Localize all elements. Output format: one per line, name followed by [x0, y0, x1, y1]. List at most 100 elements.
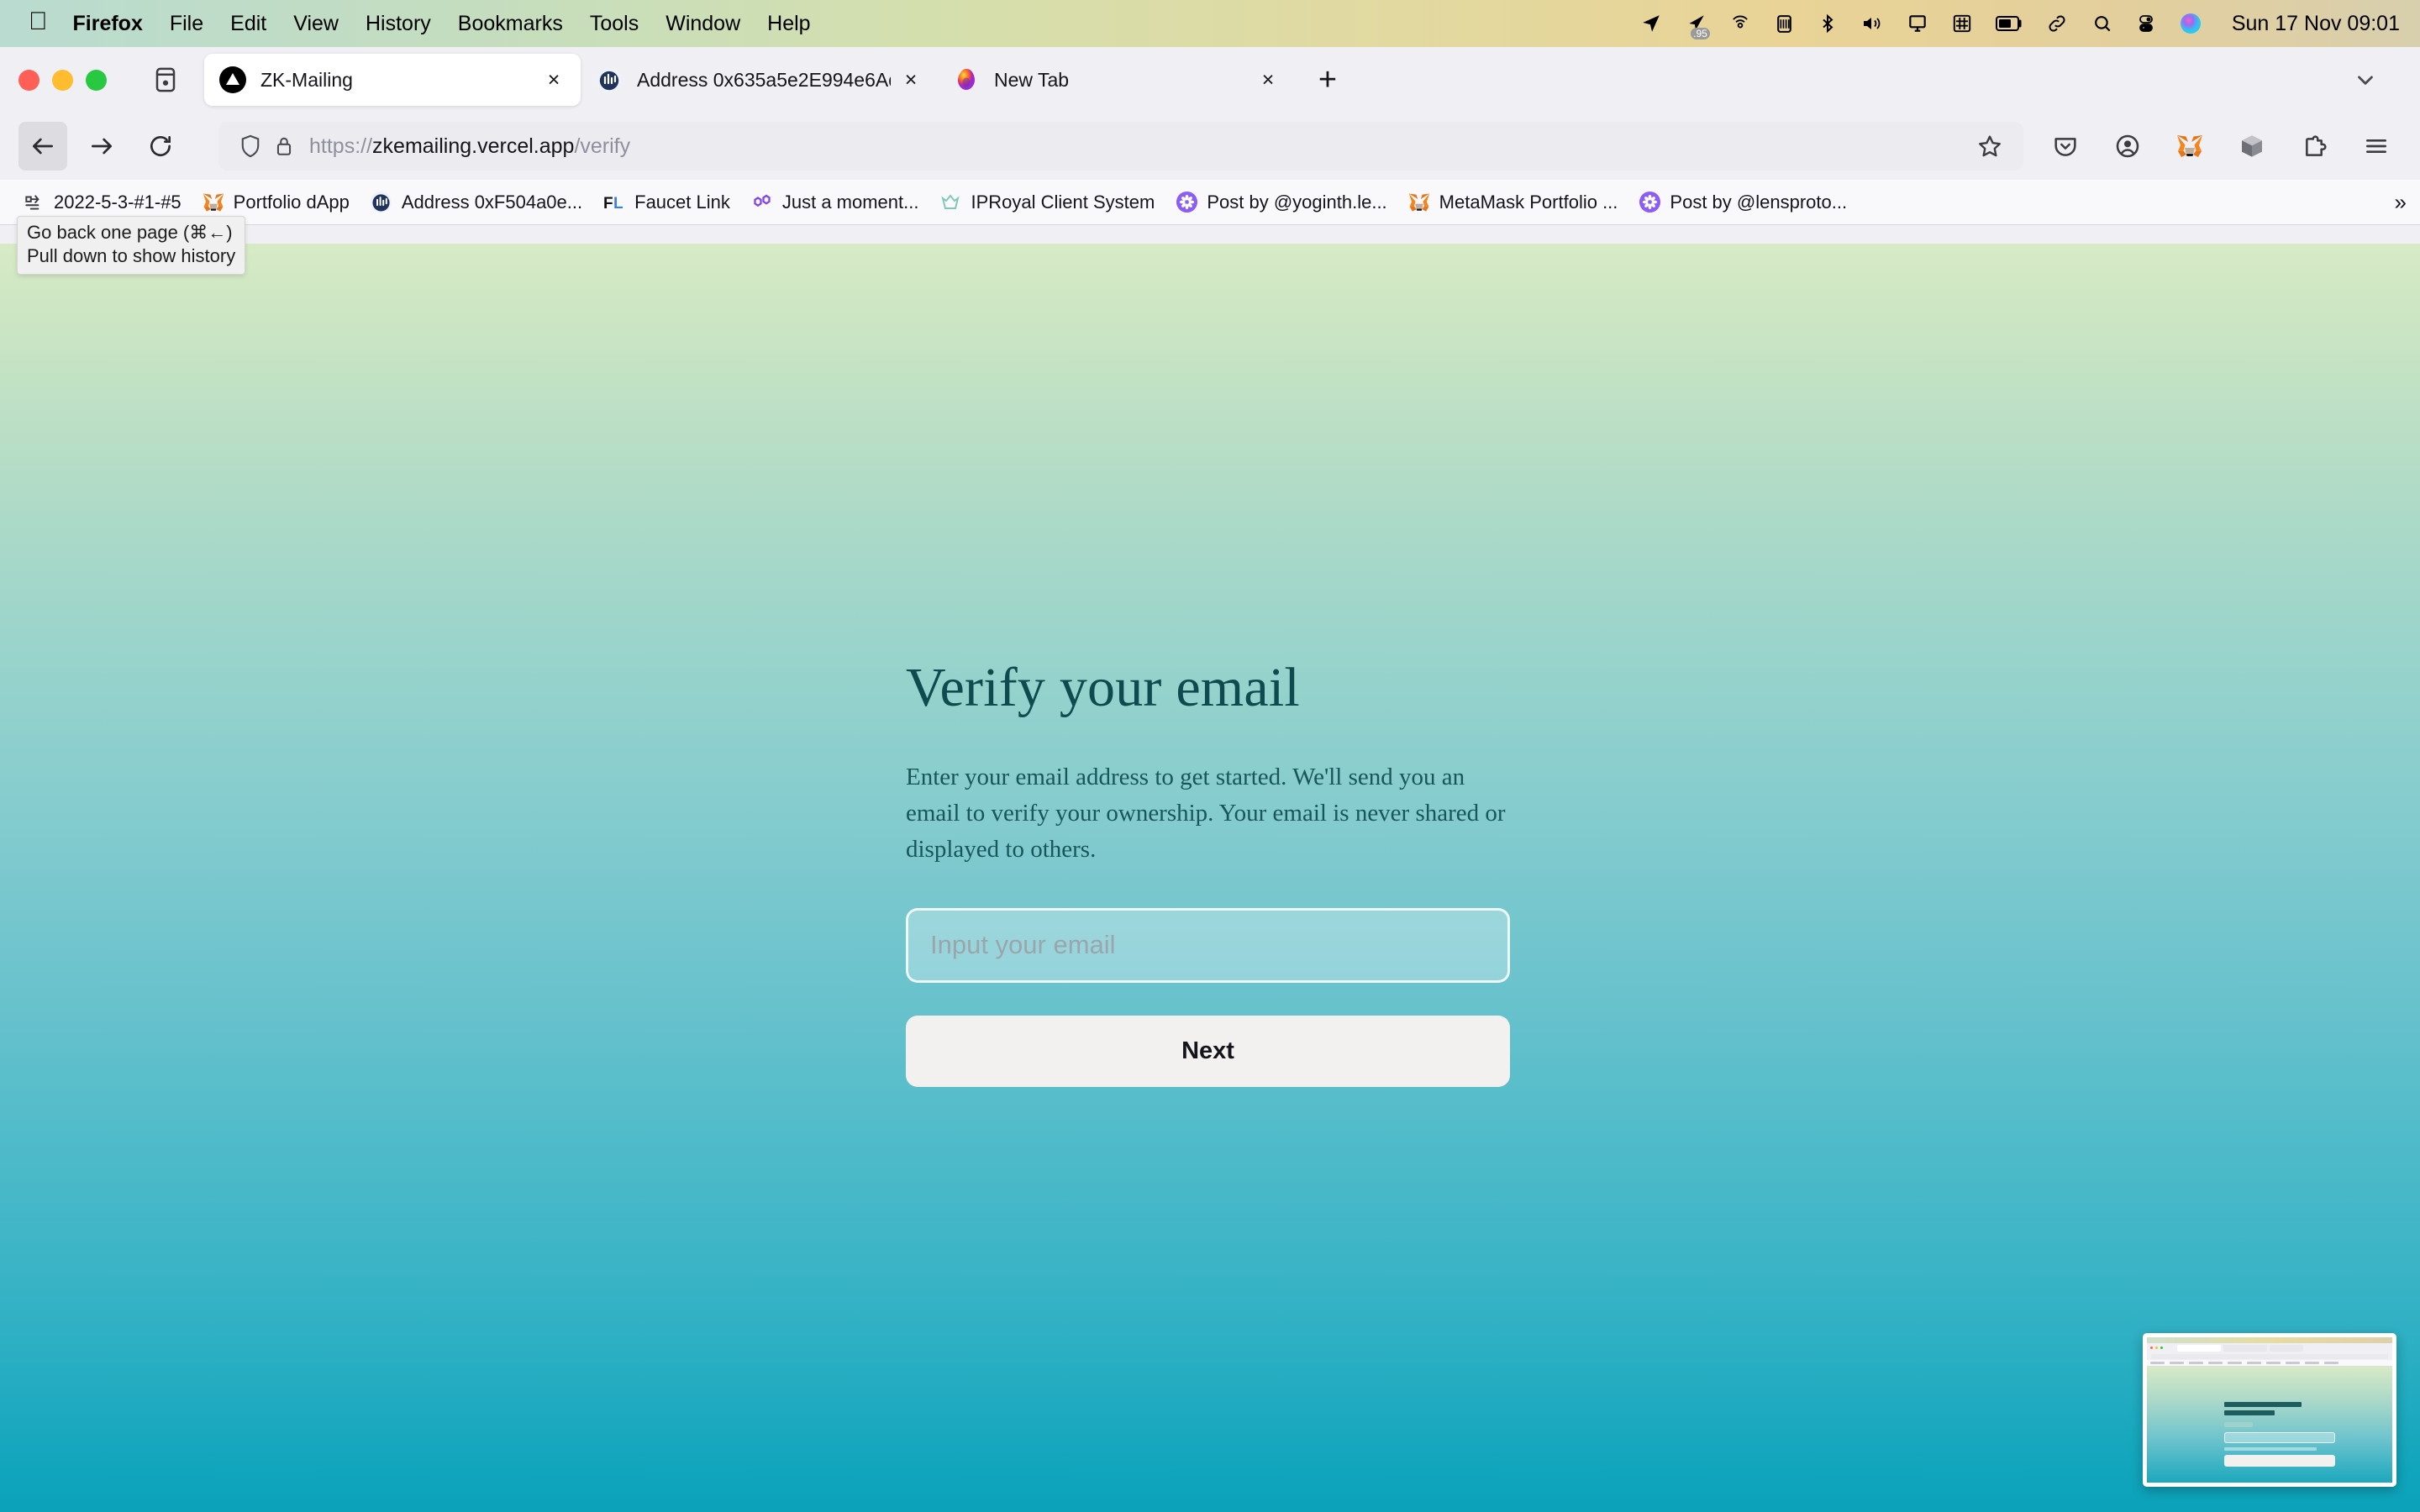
tab-close-button[interactable]: ×	[896, 65, 926, 95]
bookmark-item[interactable]: Address 0xF504a0e...	[360, 186, 592, 219]
navigation-toolbar: https://zkemailing.vercel.app/verify	[0, 113, 2420, 180]
bookmark-item[interactable]: Just a moment...	[740, 186, 929, 219]
cube-extension-icon[interactable]	[2233, 128, 2270, 165]
tab-title: ZK-Mailing	[260, 68, 353, 91]
bookmark-label: Post by @lensproto...	[1670, 191, 1848, 213]
bookmarks-overflow-chevron-icon[interactable]: »	[2395, 189, 2407, 215]
pocket-icon[interactable]	[2047, 128, 2084, 165]
menu-file[interactable]: File	[170, 12, 203, 36]
bookmark-item[interactable]: 2022-5-3-#1-#5	[12, 186, 192, 219]
keyboard-icon[interactable]	[1774, 9, 1795, 38]
pip-bookmarksbar	[2147, 1360, 2392, 1367]
app-menu-hamburger-icon[interactable]	[2358, 128, 2395, 165]
pip-tabbar	[2147, 1343, 2392, 1352]
menu-bookmarks[interactable]: Bookmarks	[458, 12, 563, 36]
page-title: Verify your email	[906, 657, 1300, 718]
tab-zk-mailing[interactable]: ZK-Mailing ×	[204, 54, 581, 106]
airplay-wifi-icon[interactable]	[1729, 9, 1751, 38]
bookmark-label: Portfolio dApp	[233, 191, 350, 213]
tab-title: New Tab	[994, 68, 1070, 91]
bookmark-label: IPRoyal Client System	[971, 191, 1155, 213]
bookmarks-bar: 2022-5-3-#1-#5 Portfolio dApp Address 0x…	[0, 180, 2420, 225]
iproyal-crown-icon	[939, 191, 962, 214]
tab-close-button[interactable]: ×	[539, 65, 569, 95]
window-minimize-button[interactable]	[52, 69, 73, 91]
bookmark-item[interactable]: Post by @yoginth.le...	[1165, 186, 1397, 219]
bluetooth-icon[interactable]	[1818, 9, 1838, 38]
tab-address-0x635a5e2e994e6ad7[interactable]: Address 0x635a5e2E994e6Ad7 ×	[581, 54, 938, 106]
menu-edit[interactable]: Edit	[230, 12, 266, 36]
back-button[interactable]	[18, 122, 67, 171]
search-spotlight-icon[interactable]	[2091, 9, 2113, 38]
battery-icon[interactable]	[1995, 9, 2023, 38]
tracking-protection-shield-icon[interactable]	[234, 134, 267, 159]
menu-view[interactable]: View	[293, 12, 339, 36]
lens-flower-icon	[1175, 191, 1198, 214]
url-host: zkemailing.vercel.app	[372, 134, 575, 158]
bookmark-label: Faucet Link	[634, 191, 730, 213]
window-maximize-button[interactable]	[86, 69, 107, 91]
svg-text:F: F	[603, 195, 613, 213]
link-chain-icon[interactable]	[2045, 9, 2069, 38]
menu-tools[interactable]: Tools	[590, 12, 639, 36]
tab-title: Address 0x635a5e2E994e6Ad7	[637, 68, 891, 91]
tab-strip: ZK-Mailing × Address 0x635a5e2E994e6Ad7 …	[0, 47, 2420, 113]
metamask-fox-icon[interactable]	[2171, 128, 2208, 165]
vercel-triangle-icon	[219, 66, 246, 93]
url-path: /verify	[574, 134, 631, 158]
picture-in-picture-preview-thumbnail[interactable]	[2143, 1333, 2396, 1487]
account-icon[interactable]	[2109, 128, 2146, 165]
url-text[interactable]: https://zkemailing.vercel.app/verify	[309, 134, 1971, 159]
url-bar[interactable]: https://zkemailing.vercel.app/verify	[218, 122, 2023, 171]
bookmark-item[interactable]: FL Faucet Link	[592, 186, 740, 219]
window-close-button[interactable]	[18, 69, 39, 91]
menu-history[interactable]: History	[366, 12, 431, 36]
padlock-icon[interactable]	[267, 134, 301, 159]
svg-text:L: L	[613, 195, 623, 213]
bookmark-label: MetaMask Portfolio ...	[1439, 191, 1618, 213]
reload-button[interactable]	[136, 122, 185, 171]
bookmark-label: Address 0xF504a0e...	[401, 191, 583, 213]
menu-help[interactable]: Help	[767, 12, 810, 36]
page-content-viewport: Verify your email Enter your email addre…	[0, 244, 2420, 1512]
bookmark-label: Just a moment...	[781, 191, 919, 213]
location-arrow-icon[interactable]	[1640, 9, 1662, 38]
toolbar-actions	[2047, 128, 2402, 165]
sidebar-toggle-button[interactable]	[147, 61, 184, 98]
bookmark-item[interactable]: Portfolio dApp	[192, 186, 360, 219]
tab-new-tab[interactable]: New Tab ×	[938, 54, 1295, 106]
pip-menubar	[2147, 1337, 2392, 1343]
menu-firefox[interactable]: Firefox	[73, 12, 143, 36]
etherscan-icon	[370, 191, 393, 214]
volume-icon[interactable]	[1860, 9, 1884, 38]
email-input[interactable]	[906, 907, 1510, 983]
menubar-status-icons: .95 Sun 17 Nov 09:01	[1640, 9, 2400, 39]
bookmark-item[interactable]: IPRoyal Client System	[929, 186, 1165, 219]
page-description: Enter your email address to get started.…	[906, 764, 1506, 864]
pip-navbar	[2147, 1352, 2392, 1360]
firefox-icon	[953, 66, 980, 93]
speed-indicator-icon[interactable]: .95	[1685, 9, 1710, 39]
bookmark-star-icon[interactable]	[1971, 133, 2008, 160]
fl-icon: FL	[602, 191, 626, 214]
menubar-clock[interactable]: Sun 17 Nov 09:01	[2232, 12, 2400, 36]
back-button-tooltip: Go back one page (⌘←) Pull down to show …	[17, 216, 246, 276]
tab-close-button[interactable]: ×	[1253, 65, 1283, 95]
display-icon[interactable]	[1907, 9, 1928, 38]
bookmark-item[interactable]: MetaMask Portfolio ...	[1397, 186, 1628, 219]
siri-icon[interactable]	[2179, 9, 2202, 38]
bookmark-item[interactable]: Post by @lensproto...	[1628, 186, 1857, 219]
new-tab-button[interactable]: +	[1307, 59, 1349, 101]
macos-menu-bar:  Firefox File Edit View History Bookmar…	[0, 0, 2420, 47]
forward-button[interactable]	[77, 122, 126, 171]
metamask-fox-icon	[202, 191, 225, 214]
menu-window[interactable]: Window	[666, 12, 740, 36]
extensions-puzzle-icon[interactable]	[2296, 128, 2333, 165]
import-bookmarks-icon	[22, 191, 45, 214]
polygon-icon	[750, 191, 774, 214]
control-center-icon[interactable]	[2136, 9, 2156, 38]
next-button[interactable]: Next	[906, 1015, 1510, 1087]
grid-hash-icon[interactable]	[1951, 9, 1973, 38]
chevron-down-icon[interactable]	[2344, 59, 2386, 101]
apple-logo-icon[interactable]: 	[29, 9, 48, 34]
